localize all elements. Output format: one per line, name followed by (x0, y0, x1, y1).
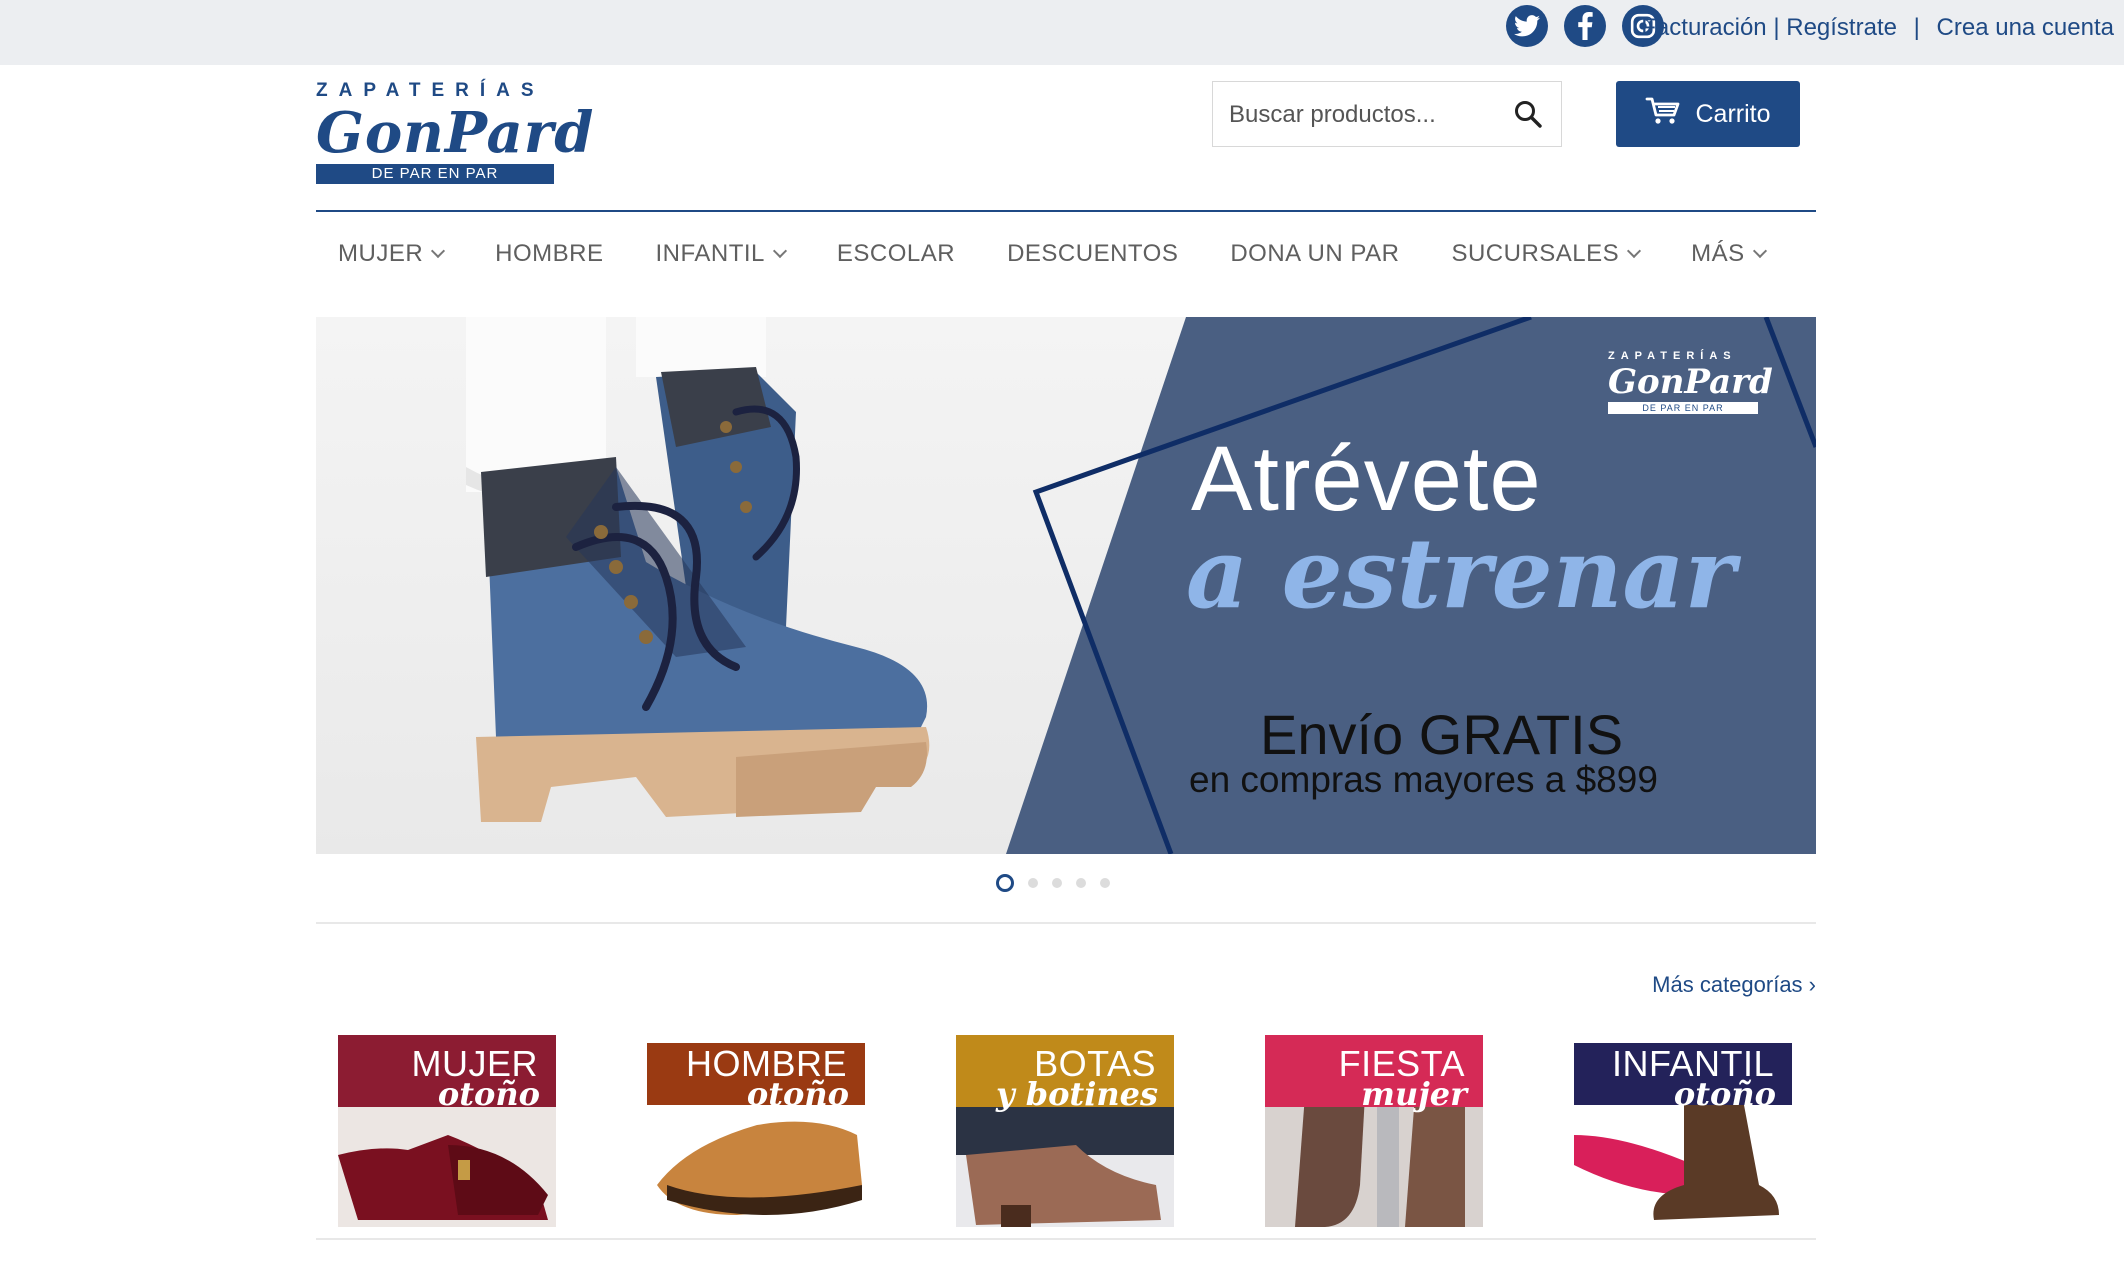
slider-dot[interactable] (1100, 878, 1110, 888)
chevron-down-icon (1752, 243, 1767, 259)
nav-label: HOMBRE (495, 240, 604, 267)
hero-promo-sub: en compras mayores a $899 (1189, 759, 1658, 800)
divider: | (1913, 14, 1920, 41)
logo-top-text: ZAPATERÍAS (316, 80, 545, 101)
facebook-icon[interactable] (1564, 5, 1606, 47)
hero-headline-2: a estrenar (1186, 517, 1736, 630)
section-divider (316, 922, 1816, 924)
category-subtitle: y botines (995, 1075, 1158, 1113)
cart-icon (1645, 96, 1681, 133)
nav-divider (316, 210, 1816, 212)
slider-dot[interactable] (996, 874, 1014, 892)
twitter-icon[interactable] (1506, 5, 1548, 47)
category-card-botas[interactable]: BOTAS y botines (956, 1035, 1174, 1227)
logo-tagline: DE PAR EN PAR (316, 164, 554, 184)
cart-label: Carrito (1695, 99, 1771, 128)
cart-button[interactable]: Carrito (1616, 81, 1800, 147)
category-subtitle: otoño (437, 1075, 540, 1113)
nav-item-dona-un-par[interactable]: DONA UN PAR (1230, 236, 1399, 272)
category-card-infantil[interactable]: INFANTIL otoño (1574, 1035, 1792, 1227)
nav-item-sucursales[interactable]: SUCURSALES (1451, 236, 1642, 272)
nav-label: SUCURSALES (1451, 240, 1620, 267)
slider-dot[interactable] (1076, 878, 1086, 888)
nav-label: INFANTIL (655, 240, 765, 267)
hero-promo: Envío GRATIS (1260, 703, 1624, 766)
slider-dots (996, 874, 1110, 892)
nav-item-hombre[interactable]: HOMBRE (495, 236, 603, 272)
logo-main-text: GonPard (316, 100, 595, 166)
nav-item-escolar[interactable]: ESCOLAR (837, 236, 955, 272)
registrate-link[interactable]: Regístrate (1786, 14, 1897, 41)
category-subtitle: mujer (1361, 1075, 1467, 1113)
more-categories-link[interactable]: Más categorías › (1652, 972, 1816, 998)
facturacion-link[interactable]: Facturación (1641, 14, 1766, 41)
account-links: Facturación | Regístrate | Crea una cuen… (1641, 14, 2114, 42)
category-card-fiesta[interactable]: FIESTA mujer (1265, 1035, 1483, 1227)
nav-label: MÁS (1691, 240, 1745, 267)
nav-label: DONA UN PAR (1230, 240, 1400, 267)
crea-cuenta-link[interactable]: Crea una cuenta (1937, 14, 2114, 41)
search-input[interactable] (1227, 96, 1501, 134)
chevron-down-icon (772, 243, 787, 259)
search-icon[interactable] (1513, 99, 1543, 134)
nav-label: ESCOLAR (836, 240, 956, 267)
category-subtitle: otoño (746, 1075, 849, 1113)
chevron-down-icon (1627, 243, 1642, 259)
main-nav: MUJER HOMBRE INFANTIL ESCOLAR DESCUENTOS… (316, 236, 1817, 272)
hero-logo-top: ZAPATERÍAS (1608, 350, 1737, 362)
section-divider (316, 1238, 1816, 1240)
category-card-hombre[interactable]: HOMBRE otoño (647, 1035, 865, 1227)
hero-logo-main: GonPard (1608, 362, 1773, 402)
nav-item-mas[interactable]: MÁS (1691, 236, 1767, 272)
nav-label: MUJER (338, 240, 424, 267)
category-card-mujer[interactable]: MUJER otoño (338, 1035, 556, 1227)
nav-item-mujer[interactable]: MUJER (338, 236, 446, 272)
hero-logo-tagline: DE PAR EN PAR (1608, 402, 1758, 414)
divider: | (1773, 14, 1780, 41)
hero-slider[interactable]: ZAPATERÍAS GonPard DE PAR EN PAR Atrévet… (316, 317, 1816, 854)
nav-label: DESCUENTOS (1007, 240, 1179, 267)
top-bar: Facturación | Regístrate | Crea una cuen… (0, 0, 2124, 65)
search-box (1212, 81, 1562, 147)
chevron-down-icon (431, 243, 446, 259)
slider-dot[interactable] (1052, 878, 1062, 888)
hero-logo: ZAPATERÍAS GonPard DE PAR EN PAR (1608, 350, 1773, 422)
nav-item-descuentos[interactable]: DESCUENTOS (1007, 236, 1178, 272)
nav-item-infantil[interactable]: INFANTIL (655, 236, 787, 272)
site-logo[interactable]: ZAPATERÍAS GonPard DE PAR EN PAR (316, 80, 593, 185)
category-subtitle: otoño (1673, 1075, 1776, 1113)
slider-dot[interactable] (1028, 878, 1038, 888)
